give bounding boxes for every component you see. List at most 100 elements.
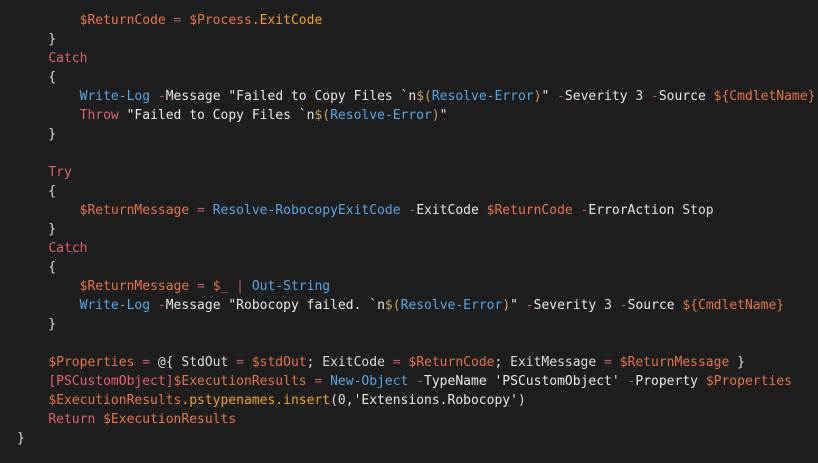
code-token: = — [165, 13, 190, 28]
code-token: - — [651, 89, 659, 104]
code-token: $( — [384, 298, 401, 313]
code-token: $stdOut — [251, 355, 307, 370]
code-token: $Process — [189, 13, 252, 28]
code-line: Catch — [17, 49, 815, 68]
code-token: = — [236, 355, 252, 370]
code-token: = — [189, 203, 213, 218]
code-line: Throw "Failed to Copy Files `n$(Resolve-… — [17, 106, 815, 125]
code-line: { — [17, 258, 815, 277]
code-token: - — [408, 374, 425, 389]
code-token: .ExitCode — [251, 13, 323, 28]
code-token: @{ StdOut — [157, 355, 237, 370]
code-token: = — [134, 355, 158, 370]
code-token: - — [619, 374, 636, 389]
code-token: } — [729, 355, 745, 370]
code-line: } — [17, 220, 815, 239]
code-token: ) — [431, 108, 440, 123]
code-token: $( — [314, 108, 331, 123]
code-token: Catch — [48, 51, 88, 66]
code-token: Message — [165, 298, 221, 313]
code-token: Write-Log — [79, 298, 151, 313]
code-token: $ExecutionResults — [103, 412, 237, 427]
code-token: 3 — [596, 298, 620, 313]
code-token: = — [392, 355, 409, 370]
code-token: Severity — [564, 89, 628, 104]
code-line: $Properties = @{ StdOut = $stdOut; ExitC… — [17, 353, 815, 372]
code-token: ${CmdletName} — [682, 298, 785, 313]
code-token: Return — [48, 412, 96, 427]
code-token: - — [150, 298, 166, 313]
code-block[interactable]: $ReturnCode = $Process.ExitCode } Catch … — [17, 11, 815, 448]
code-token: ${CmdletName} — [713, 89, 816, 104]
code-token: | — [228, 279, 252, 294]
code-line: Return $ExecutionResults — [17, 410, 815, 429]
code-line: $ReturnCode = $Process.ExitCode — [17, 11, 815, 30]
code-token: = — [189, 279, 213, 294]
code-token: $Properties — [705, 374, 792, 389]
code-token: .pstypenames.insert — [181, 393, 331, 408]
code-token: 'PSCustomObject' — [486, 374, 620, 389]
code-token: $_ — [212, 279, 229, 294]
code-token: "Robocopy failed. `n — [220, 298, 385, 313]
code-token: ) — [502, 298, 511, 313]
code-token: } — [17, 32, 57, 47]
code-token: $ReturnMessage — [79, 203, 190, 218]
code-token: "Failed to Copy Files `n — [220, 89, 417, 104]
code-token: $ReturnMessage — [79, 279, 190, 294]
code-token: = — [604, 355, 620, 370]
code-token: - — [400, 203, 417, 218]
code-token: - — [549, 89, 565, 104]
code-token: Resolve-Error — [400, 298, 503, 313]
code-line: $ReturnMessage = $_ | Out-String — [17, 277, 815, 296]
code-token: " — [510, 298, 518, 313]
code-token: 'Extensions.Robocopy' — [353, 393, 518, 408]
code-token: $ReturnMessage — [619, 355, 730, 370]
code-line: Catch — [17, 239, 815, 258]
code-line: } — [17, 125, 815, 144]
code-token: - — [150, 89, 166, 104]
code-token: ; ExitMessage — [494, 355, 605, 370]
code-token: Resolve-RobocopyExitCode — [212, 203, 401, 218]
code-token: Property — [635, 374, 698, 389]
code-token: $Properties — [48, 355, 135, 370]
code-token: } — [17, 317, 57, 332]
code-token: New-Object — [330, 374, 409, 389]
code-editor[interactable]: $ReturnCode = $Process.ExitCode } Catch … — [0, 0, 818, 463]
code-line: [PSCustomObject]$ExecutionResults = New-… — [17, 372, 815, 391]
code-token: Write-Log — [79, 89, 151, 104]
code-token: ) — [517, 393, 526, 408]
code-line: } — [17, 315, 815, 334]
code-token: 3 — [627, 89, 652, 104]
code-line: } — [17, 30, 815, 49]
code-token: Message — [165, 89, 221, 104]
code-token: Source — [658, 89, 706, 104]
code-token: { — [17, 70, 57, 85]
code-line: { — [17, 182, 815, 201]
code-token: $ExecutionResults — [173, 374, 307, 389]
code-token: Try — [48, 165, 72, 180]
code-token: TypeName — [424, 374, 487, 389]
code-token: = — [306, 374, 331, 389]
code-token: (0, — [330, 393, 354, 408]
code-line: Write-Log -Message "Robocopy failed. `n$… — [17, 296, 815, 315]
code-token: } — [17, 222, 57, 237]
code-token: " — [439, 108, 448, 123]
code-token: $ReturnCode — [408, 355, 495, 370]
code-token: Throw — [79, 108, 119, 123]
code-token: $ReturnCode — [79, 13, 166, 28]
code-token: } — [17, 431, 25, 446]
code-token: ExitCode — [416, 203, 479, 218]
